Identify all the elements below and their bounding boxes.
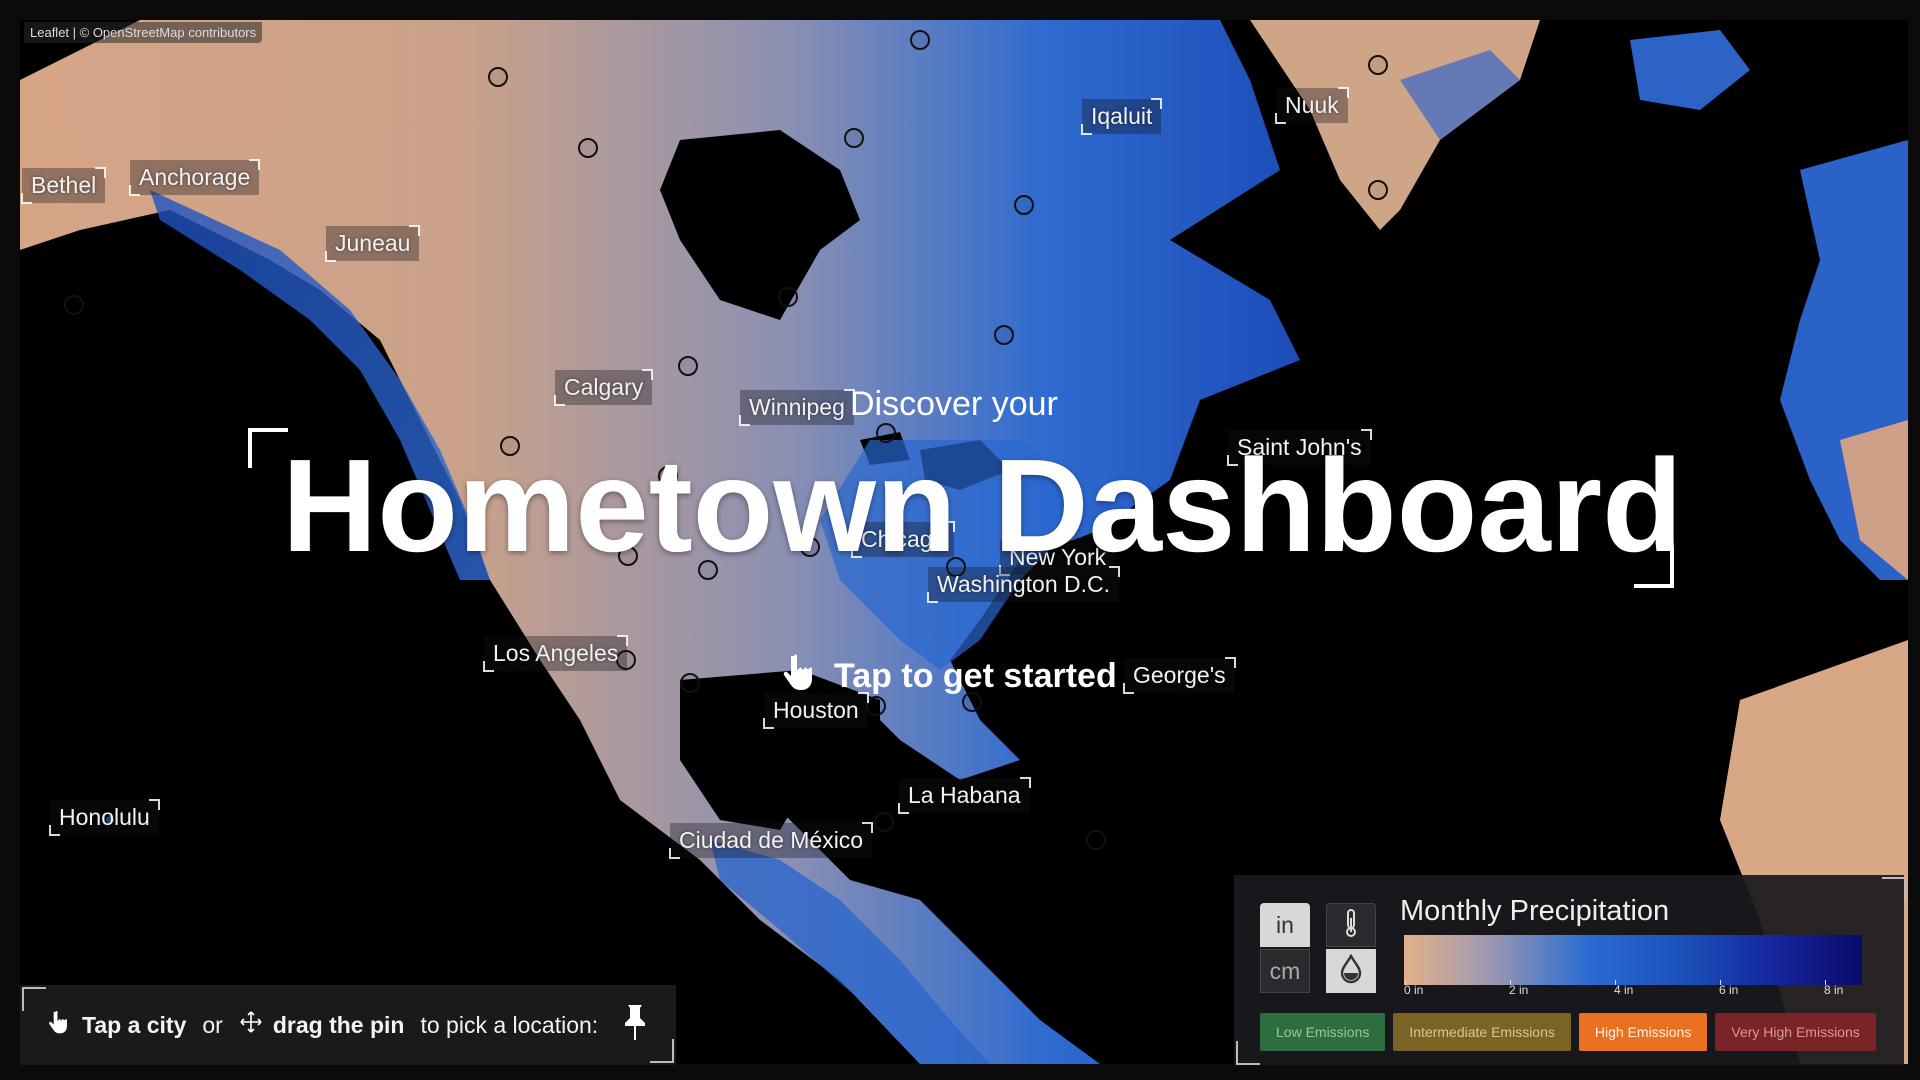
or-label: or xyxy=(202,1011,223,1038)
scale-ticks: 0 in 2 in 4 in 6 in 8 in xyxy=(1404,980,1862,1003)
legend-title: Monthly Precipitation xyxy=(1400,895,1670,927)
droplet-icon xyxy=(1339,953,1363,989)
scale-tick: 6 in xyxy=(1719,980,1739,997)
city-label-ciudad-de-mexico[interactable]: Ciudad de México xyxy=(668,822,874,859)
unit-centimeters-button[interactable]: cm xyxy=(1260,949,1310,993)
city-marker[interactable] xyxy=(1086,830,1106,850)
city-label-georges[interactable]: George's xyxy=(1123,657,1236,694)
temperature-toggle[interactable] xyxy=(1326,903,1376,947)
city-label-la-habana[interactable]: La Habana xyxy=(898,777,1031,814)
corner-bracket xyxy=(650,1039,674,1063)
precipitation-color-scale xyxy=(1404,935,1862,985)
thermometer-icon xyxy=(1342,908,1360,943)
hero-title: Hometown Dashboard xyxy=(282,432,1683,579)
unit-inches-button[interactable]: in xyxy=(1260,903,1310,947)
city-label-iqaluit[interactable]: Iqaluit xyxy=(1080,98,1163,135)
city-marker[interactable] xyxy=(1368,55,1388,75)
city-marker[interactable] xyxy=(778,287,798,307)
emission-scenario-tabs: Low Emissions Intermediate Emissions Hig… xyxy=(1260,1013,1876,1051)
hand-pointer-icon xyxy=(48,1009,72,1041)
pushpin-icon[interactable] xyxy=(622,1003,648,1047)
city-marker[interactable] xyxy=(678,356,698,376)
scale-tick: 0 in xyxy=(1404,980,1424,997)
intermediate-emissions-button[interactable]: Intermediate Emissions xyxy=(1393,1013,1571,1051)
city-marker[interactable] xyxy=(488,67,508,87)
city-label-anchorage[interactable]: Anchorage xyxy=(128,159,261,196)
city-marker[interactable] xyxy=(874,812,894,832)
precipitation-toggle[interactable] xyxy=(1326,949,1376,993)
city-label-nuuk[interactable]: Nuuk xyxy=(1275,87,1349,124)
city-label-bethel[interactable]: Bethel xyxy=(20,167,107,204)
scale-tick: 4 in xyxy=(1614,980,1634,997)
city-label-los-angeles[interactable]: Los Angeles xyxy=(482,635,629,672)
scale-tick: 2 in xyxy=(1509,980,1529,997)
city-label-juneau[interactable]: Juneau xyxy=(324,225,421,262)
scale-tick: 8 in xyxy=(1824,980,1844,997)
very-high-emissions-button[interactable]: Very High Emissions xyxy=(1715,1013,1876,1051)
city-marker[interactable] xyxy=(1014,195,1034,215)
corner-bracket xyxy=(1882,877,1906,901)
low-emissions-button[interactable]: Low Emissions xyxy=(1260,1013,1386,1051)
city-marker[interactable] xyxy=(844,128,864,148)
high-emissions-button[interactable]: High Emissions xyxy=(1578,1013,1708,1051)
corner-bracket xyxy=(22,987,46,1011)
city-marker[interactable] xyxy=(680,673,700,693)
move-arrows-icon xyxy=(239,1010,263,1040)
city-marker[interactable] xyxy=(910,30,930,50)
city-marker[interactable] xyxy=(64,295,84,315)
city-label-honolulu[interactable]: Honolulu xyxy=(49,799,160,836)
city-marker[interactable] xyxy=(1368,180,1388,200)
get-started-button[interactable]: Tap to get started xyxy=(782,652,1117,701)
city-label-calgary[interactable]: Calgary xyxy=(553,369,654,406)
location-picker-bar: Tap a city or drag the pin to pick a loc… xyxy=(20,985,676,1065)
hero-bracket-bottom-right xyxy=(1634,548,1674,588)
tap-city-label: Tap a city xyxy=(82,1011,187,1038)
city-marker[interactable] xyxy=(994,325,1014,345)
hero-subtitle: Discover your xyxy=(850,385,1058,423)
city-marker[interactable] xyxy=(578,138,598,158)
corner-bracket xyxy=(1236,1041,1260,1065)
drag-pin-label: drag the pin xyxy=(272,1011,405,1038)
legend-panel: in cm Monthly Precipitation 0 in 2 in 4 … xyxy=(1234,875,1906,1065)
hand-pointer-icon xyxy=(782,652,820,701)
get-started-label: Tap to get started xyxy=(834,657,1117,695)
map-attribution[interactable]: Leaflet | © OpenStreetMap contributors xyxy=(24,22,263,43)
pick-location-suffix: to pick a location: xyxy=(420,1011,599,1038)
city-label-winnipeg[interactable]: Winnipeg xyxy=(739,389,855,426)
